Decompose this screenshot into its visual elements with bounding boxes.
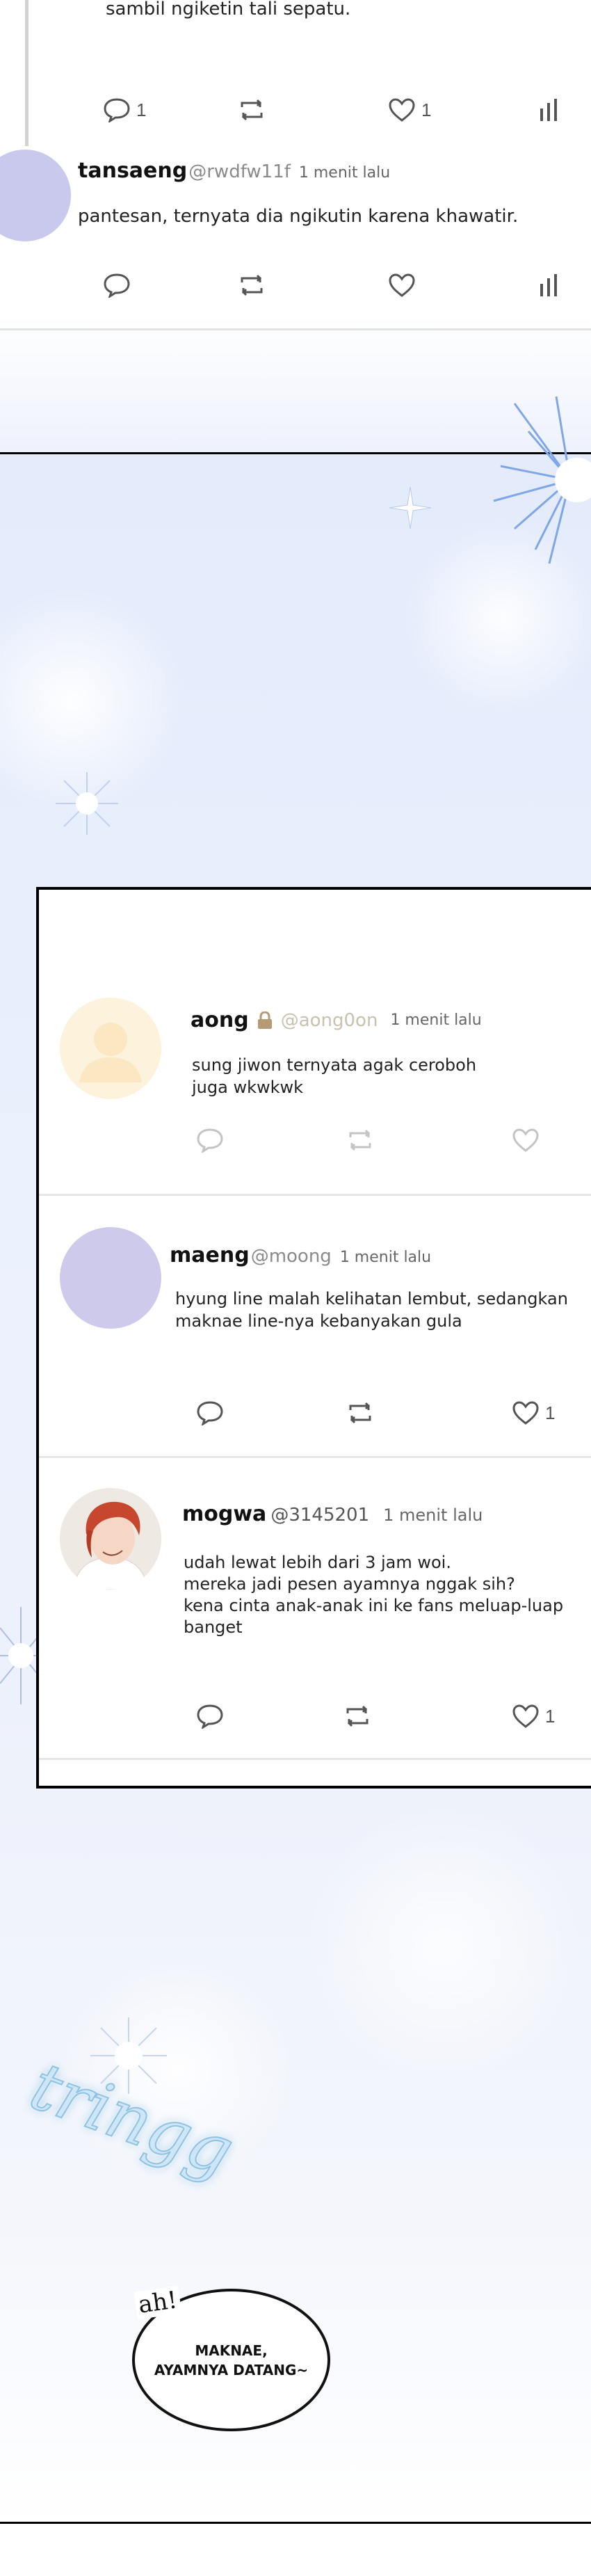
- user-handle[interactable]: @moong: [251, 1246, 332, 1267]
- user-name[interactable]: maeng: [170, 1243, 250, 1267]
- heart-icon: [512, 1128, 539, 1152]
- reply-icon: [104, 98, 130, 122]
- user-name[interactable]: mogwa: [182, 1502, 266, 1526]
- tweet-text: sung jiwon ternyata agak ceroboh juga wk…: [192, 1054, 476, 1098]
- avatar[interactable]: [60, 1227, 161, 1329]
- reply-icon: [197, 1128, 223, 1153]
- tweet-text-line: sung jiwon ternyata agak ceroboh: [192, 1055, 477, 1075]
- tweet-header: tansaeng @rwdfw11f 1 menit lalu: [78, 159, 390, 183]
- heart-icon: [389, 98, 415, 122]
- bar-chart-icon: [540, 274, 557, 296]
- retweet-icon: [346, 1705, 369, 1727]
- sparkle-burst-icon: [56, 772, 118, 835]
- user-name[interactable]: aong: [191, 1008, 249, 1032]
- heart-icon: [512, 1704, 539, 1728]
- retweet-button[interactable]: [236, 273, 267, 298]
- like-count: 1: [545, 1402, 556, 1423]
- user-name[interactable]: tansaeng: [78, 159, 187, 183]
- reply-icon: [197, 1704, 223, 1729]
- tweet-separator: [39, 1194, 591, 1196]
- user-handle[interactable]: @aong0on: [281, 1010, 378, 1031]
- tweet-separator: [0, 328, 591, 330]
- like-button[interactable]: [388, 273, 416, 298]
- retweet-button[interactable]: [345, 1400, 375, 1425]
- reply-button[interactable]: [103, 273, 131, 298]
- tweet-text-line: mereka jadi pesen ayamnya nggak sih?: [184, 1574, 515, 1594]
- tweet-text-line: hyung line malah kelihatan lembut, sedan…: [175, 1289, 568, 1309]
- reply-icon: [197, 1401, 223, 1425]
- heart-icon: [512, 1401, 539, 1425]
- timestamp: 1 menit lalu: [390, 1011, 482, 1029]
- tweet-separator: [39, 1456, 591, 1458]
- timestamp: 1 menit lalu: [383, 1505, 483, 1525]
- tweet-header: maeng @moong 1 menit lalu: [170, 1243, 431, 1267]
- timestamp: 1 menit lalu: [298, 164, 391, 182]
- tweet-text-line: maknae line-nya kebanyakan gula: [175, 1311, 462, 1331]
- speech-line: MAKNAE,: [195, 2342, 268, 2359]
- bar-chart-icon: [540, 99, 557, 121]
- tweet-text: udah lewat lebih dari 3 jam woi. mereka …: [184, 1552, 563, 1638]
- reply-button[interactable]: 1: [103, 97, 146, 122]
- like-button[interactable]: 1: [512, 1704, 555, 1729]
- retweet-icon: [241, 274, 263, 296]
- timestamp: 1 menit lalu: [339, 1249, 432, 1266]
- tweet-header: aong @aong0on 1 menit lalu: [191, 1008, 482, 1032]
- retweet-button[interactable]: [342, 1704, 373, 1729]
- star-icon: [389, 487, 431, 529]
- retweet-icon: [349, 1129, 371, 1151]
- reply-button[interactable]: [196, 1128, 224, 1153]
- stats-button[interactable]: [539, 273, 560, 298]
- user-handle[interactable]: @3145201: [270, 1505, 369, 1526]
- tweet-card: aong @aong0on 1 menit lalu sung jiwon te…: [36, 887, 591, 1789]
- tweet-text-line: juga wkwkwk: [192, 1078, 304, 1097]
- speech-line: AYAMNYA DATANG~: [154, 2361, 309, 2378]
- like-button[interactable]: 1: [388, 97, 431, 122]
- retweet-button[interactable]: [345, 1128, 375, 1153]
- lock-icon: [257, 1011, 272, 1029]
- like-count: 1: [421, 99, 432, 120]
- retweet-button[interactable]: [236, 97, 267, 122]
- reply-button[interactable]: [196, 1704, 224, 1729]
- panel-divider-bottom: [0, 2522, 591, 2524]
- tweet-top-text: sambil ngiketin tali sepatu.: [106, 0, 351, 19]
- user-handle[interactable]: @rwdfw11f: [188, 161, 291, 182]
- like-count: 1: [545, 1705, 556, 1727]
- tweet-text-line: kena cinta anak-anak ini ke fans meluap-…: [184, 1596, 564, 1615]
- tweet-separator: [39, 1758, 591, 1760]
- tweet-text-line: udah lewat lebih dari 3 jam woi.: [184, 1553, 451, 1572]
- stats-button[interactable]: [539, 97, 560, 122]
- avatar[interactable]: [60, 1488, 161, 1590]
- retweet-icon: [349, 1402, 371, 1424]
- character-avatar-icon: [60, 1488, 161, 1590]
- sparkle-burst-icon: [493, 396, 591, 564]
- retweet-icon: [241, 99, 263, 121]
- reply-count: 1: [136, 99, 147, 120]
- like-button[interactable]: 1: [512, 1400, 555, 1425]
- reply-button[interactable]: [196, 1400, 224, 1425]
- thread-line: [25, 0, 29, 146]
- tweet-text: pantesan, ternyata dia ngikutin karena k…: [78, 206, 519, 227]
- avatar[interactable]: [60, 998, 161, 1099]
- default-avatar-icon: [79, 1023, 142, 1082]
- like-button[interactable]: [512, 1128, 540, 1153]
- heart-icon: [389, 273, 415, 297]
- tweet-text: hyung line malah kelihatan lembut, sedan…: [175, 1288, 568, 1332]
- tweet-header: mogwa @3145201 1 menit lalu: [182, 1502, 483, 1526]
- reply-icon: [104, 273, 130, 298]
- tweet-text-line: banget: [184, 1617, 243, 1637]
